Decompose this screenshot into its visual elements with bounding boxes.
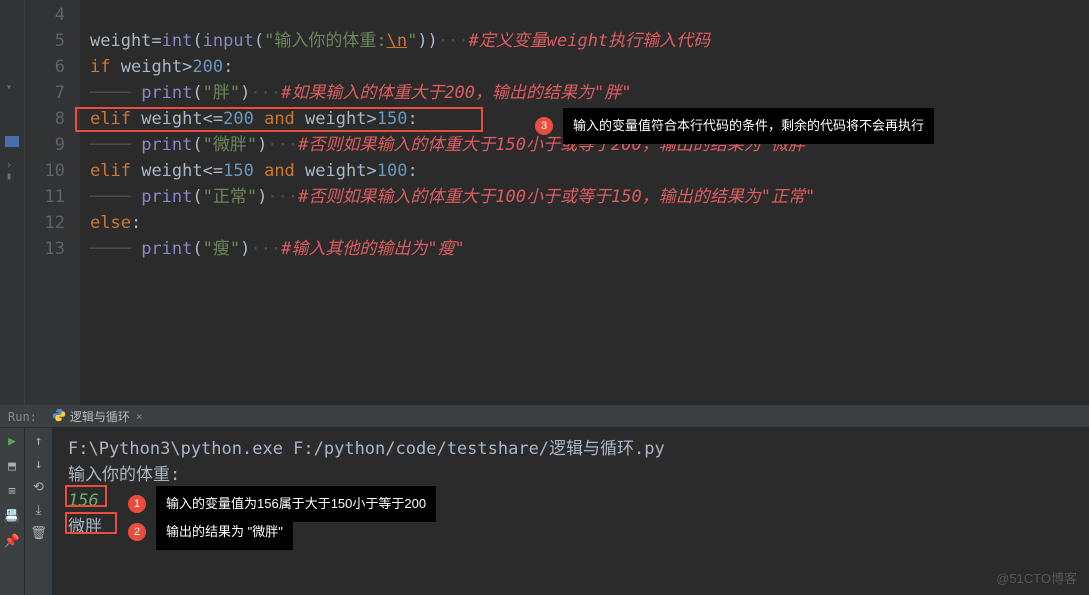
code-line-7: ──── print("胖")···#如果输入的体重大于200，输出的结果为"胖…: [90, 80, 1089, 106]
trash-icon[interactable]: 🗑: [30, 526, 47, 541]
line-number: 12: [25, 210, 65, 236]
rerun-icon[interactable]: ▶: [8, 434, 16, 449]
watermark: @51CTO博客: [996, 568, 1077, 587]
callout-text-2: 输出的结果为 "微胖": [156, 514, 293, 550]
run-tool-window: Run: 逻辑与循环 × ▶ ⬒ ≡ 📇 📌 ↑ ↓ ⟲ ⤓ 🗑 F:\Pyth…: [0, 405, 1089, 595]
callout-2: 2 输出的结果为 "微胖": [128, 514, 293, 550]
stop-icon[interactable]: ⬒: [8, 459, 16, 474]
structure-marker-icon[interactable]: › ▮: [6, 160, 24, 182]
line-number: 4: [25, 2, 65, 28]
code-line-4: [90, 2, 1089, 28]
scroll-icon[interactable]: ⤓: [36, 503, 42, 518]
run-header: Run: 逻辑与循环 ×: [0, 406, 1089, 428]
code-line-10: elif weight<=150 and weight>100:: [90, 158, 1089, 184]
down-icon[interactable]: ↓: [35, 457, 43, 472]
run-toolbar-outer: ▶ ⬒ ≡ 📇 📌: [0, 428, 25, 595]
line-number: 5: [25, 28, 65, 54]
breakpoint-indicator: [5, 136, 19, 147]
line-number: 8: [25, 106, 65, 132]
code-line-5: weight=int(input("输入你的体重:\n"))···#定义变量we…: [90, 28, 1089, 54]
gutter: ▾ › ▮: [0, 0, 25, 405]
code-line-6: if weight>200:: [90, 54, 1089, 80]
callout-text-3: 输入的变量值符合本行代码的条件，剩余的代码将不会再执行: [563, 108, 934, 144]
print-icon[interactable]: 📇: [4, 509, 20, 524]
output-prompt: 输入你的体重:: [68, 462, 1074, 488]
code-line-13: ──── print("瘦")···#输入其他的输出为"瘦": [90, 236, 1089, 262]
close-tab-icon[interactable]: ×: [136, 410, 143, 423]
wrap-icon[interactable]: ⟲: [33, 480, 44, 495]
line-number: 9: [25, 132, 65, 158]
run-tab-name[interactable]: 逻辑与循环: [70, 408, 130, 425]
up-icon[interactable]: ↑: [35, 434, 43, 449]
callout-3: 3 输入的变量值符合本行代码的条件，剩余的代码将不会再执行: [535, 108, 934, 144]
callout-badge-2: 2: [128, 523, 146, 541]
console-output[interactable]: F:\Python3\python.exe F:/python/code/tes…: [53, 428, 1089, 595]
line-number-column: 4 5 6 7 8 9 10 11 12 13: [25, 0, 80, 405]
callout-badge-3: 3: [535, 117, 553, 135]
python-icon: [52, 408, 70, 425]
line-number: 13: [25, 236, 65, 262]
pin-icon[interactable]: 📌: [4, 534, 20, 549]
line-number: 10: [25, 158, 65, 184]
code-content[interactable]: weight=int(input("输入你的体重:\n"))···#定义变量we…: [80, 0, 1089, 405]
code-line-11: ──── print("正常")···#否则如果输入的体重大于100小于或等于1…: [90, 184, 1089, 210]
output-path: F:\Python3\python.exe F:/python/code/tes…: [68, 436, 1074, 462]
run-body: ▶ ⬒ ≡ 📇 📌 ↑ ↓ ⟲ ⤓ 🗑 F:\Python3\python.ex…: [0, 428, 1089, 595]
line-number: 7: [25, 80, 65, 106]
line-number: 6: [25, 54, 65, 80]
layout-icon[interactable]: ≡: [8, 484, 16, 499]
run-toolbar-inner: ↑ ↓ ⟲ ⤓ 🗑: [25, 428, 53, 595]
line-number: 11: [25, 184, 65, 210]
callout-badge-1: 1: [128, 495, 146, 513]
code-editor: ▾ › ▮ 4 5 6 7 8 9 10 11 12 13 weight=int…: [0, 0, 1089, 405]
fold-marker-icon[interactable]: ▾: [6, 82, 12, 93]
run-label: Run:: [8, 410, 37, 424]
code-line-12: else:: [90, 210, 1089, 236]
